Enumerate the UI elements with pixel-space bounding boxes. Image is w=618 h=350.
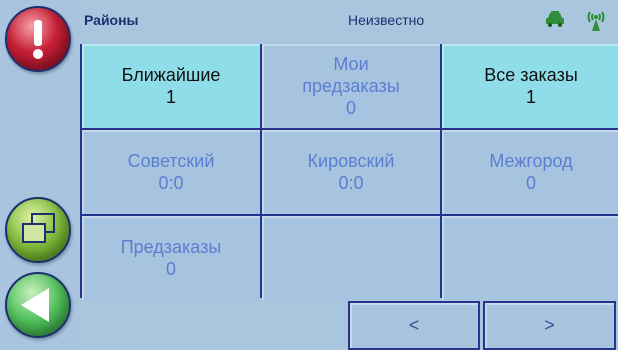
next-page-label: > [544,315,555,335]
exclamation-icon [33,20,43,59]
cell-my-preorders[interactable]: Мои предзаказы 0 [262,44,440,128]
back-arrow-icon [21,288,49,322]
cell-label: Советский [127,151,215,171]
cell-sovetsky[interactable]: Советский 0:0 [82,130,260,214]
header-bar: Районы Неизвестно [80,0,618,44]
back-button[interactable] [5,272,71,338]
next-page-button[interactable]: > [483,301,616,350]
cell-empty [262,216,440,300]
cell-empty [442,216,618,300]
cell-count: 0:0 [158,173,184,193]
windows-stack-icon [22,213,55,243]
cell-intercity[interactable]: Межгород 0 [442,130,618,214]
cell-kirovsky[interactable]: Кировский 0:0 [262,130,440,214]
cell-label: Предзаказы [120,237,222,257]
cell-all-orders[interactable]: Все заказы 1 [442,44,618,128]
connection-status: Неизвестно [348,12,425,28]
windows-button[interactable] [5,197,71,263]
prev-page-button[interactable]: < [348,301,480,350]
cell-label: Все заказы [484,65,578,85]
footer-bar: < > [80,298,618,350]
taxi-car-icon [546,11,564,27]
signal-antenna-icon [587,11,605,31]
cell-label: Кировский [307,151,395,171]
prev-page-label: < [408,315,420,335]
cell-count: 0 [165,259,176,279]
cell-count: 1 [165,87,176,107]
cell-count: 1 [525,87,536,107]
alert-button[interactable] [5,6,71,72]
page-title: Районы [84,12,139,28]
cell-count: 0 [345,98,356,118]
cell-count: 0 [525,173,536,193]
left-button-rail [0,0,80,350]
cell-nearest[interactable]: Ближайшие 1 [82,44,260,128]
cell-label: Межгород [489,151,573,171]
districts-grid: Ближайшие 1 Мои предзаказы 0 Все заказы … [80,44,618,300]
cell-label: Ближайшие [121,65,221,85]
cell-label: Мои предзаказы [302,54,400,96]
cell-preorders[interactable]: Предзаказы 0 [82,216,260,300]
cell-count: 0:0 [338,173,364,193]
